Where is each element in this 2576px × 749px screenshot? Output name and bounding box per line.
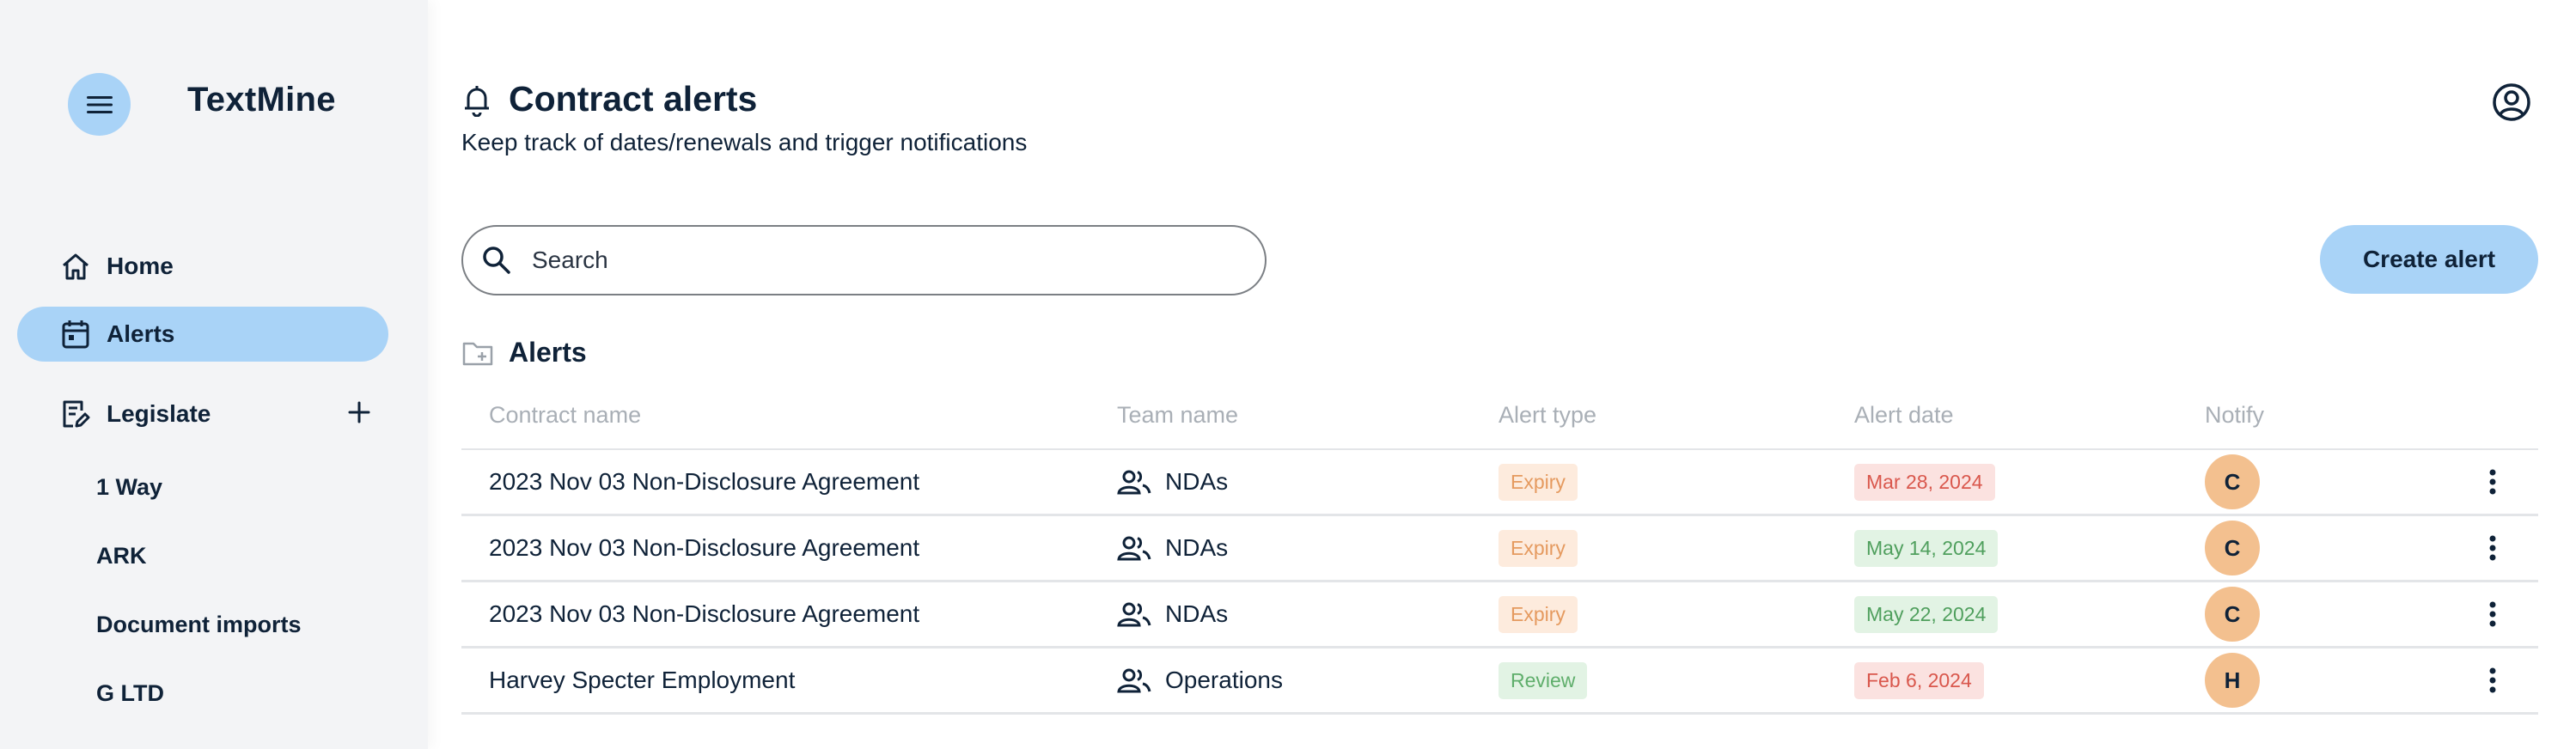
sidebar-subitem-document-imports[interactable]: Document imports: [96, 612, 302, 638]
alert-type-cell: Expiry: [1499, 516, 1578, 580]
sidebar-subitem-ark[interactable]: ARK: [96, 543, 147, 569]
notify-cell: C: [2205, 450, 2260, 514]
more-options-button[interactable]: [2480, 597, 2506, 631]
column-header-team-name[interactable]: Team name: [1117, 402, 1238, 429]
alert-date-cell: Feb 6, 2024: [1854, 649, 1984, 712]
team-icon: [1117, 602, 1151, 627]
table-row[interactable]: 2023 Nov 03 Non-Disclosure Agreement NDAs…: [461, 516, 2538, 582]
avatar[interactable]: C: [2205, 454, 2260, 509]
home-icon: [60, 251, 91, 282]
alerts-table: Contract name Team name Alert type Alert…: [461, 395, 2538, 715]
alert-type-badge: Expiry: [1499, 463, 1578, 501]
contract-name-cell[interactable]: 2023 Nov 03 Non-Disclosure Agreement: [489, 450, 919, 514]
team-name-label: NDAs: [1165, 534, 1229, 561]
document-edit-icon: [60, 399, 91, 429]
alert-date-badge: Mar 28, 2024: [1854, 463, 1995, 501]
row-actions-cell: [2480, 450, 2506, 514]
avatar[interactable]: C: [2205, 587, 2260, 642]
more-options-button[interactable]: [2480, 663, 2506, 697]
more-options-button[interactable]: [2480, 531, 2506, 565]
row-actions-cell: [2480, 582, 2506, 646]
table-row[interactable]: 2023 Nov 03 Non-Disclosure Agreement NDAs…: [461, 450, 2538, 516]
avatar[interactable]: C: [2205, 521, 2260, 575]
page-title: Contract alerts: [509, 79, 758, 119]
team-icon: [1117, 470, 1151, 495]
column-header-contract-name[interactable]: Contract name: [489, 402, 641, 429]
kebab-menu-icon: [2489, 535, 2496, 561]
alert-date-badge: May 14, 2024: [1854, 529, 1999, 567]
sidebar-subitem-1-way[interactable]: 1 Way: [96, 474, 162, 501]
column-header-notify[interactable]: Notify: [2205, 402, 2264, 429]
sidebar-item-home[interactable]: Home: [17, 239, 388, 294]
row-actions-cell: [2480, 516, 2506, 580]
menu-button[interactable]: [68, 73, 131, 136]
table-header: Contract name Team name Alert type Alert…: [461, 395, 2538, 450]
alert-type-badge: Review: [1499, 661, 1588, 699]
sidebar: TextMine Home Alerts Legislate 1 Way ARK…: [0, 0, 428, 749]
sidebar-subitem-g-ltd[interactable]: G LTD: [96, 680, 164, 707]
add-legislate-button[interactable]: [344, 397, 375, 428]
team-name-label: Operations: [1165, 667, 1283, 693]
alert-date-badge: May 22, 2024: [1854, 595, 1999, 633]
notify-cell: H: [2205, 649, 2260, 712]
alert-type-cell: Expiry: [1499, 582, 1578, 646]
column-header-alert-type[interactable]: Alert type: [1499, 402, 1596, 429]
sidebar-item-label: Legislate: [107, 400, 211, 427]
team-name-cell: NDAs: [1117, 450, 1228, 514]
team-name-label: NDAs: [1165, 600, 1229, 627]
alert-type-badge: Expiry: [1499, 595, 1578, 633]
search-bar: [461, 225, 1267, 295]
folder-add-icon: [462, 342, 493, 366]
notify-cell: C: [2205, 582, 2260, 646]
team-name-cell: NDAs: [1117, 582, 1228, 646]
team-icon: [1117, 536, 1151, 561]
sidebar-item-alerts[interactable]: Alerts: [17, 307, 388, 362]
section-title: Alerts: [509, 337, 587, 368]
search-input[interactable]: [530, 246, 1238, 275]
sidebar-item-label: Home: [107, 253, 174, 279]
sidebar-item-label: Alerts: [107, 320, 175, 347]
alert-type-cell: Expiry: [1499, 450, 1578, 514]
notify-cell: C: [2205, 516, 2260, 580]
alert-date-cell: May 14, 2024: [1854, 516, 1999, 580]
contract-name-cell[interactable]: 2023 Nov 03 Non-Disclosure Agreement: [489, 516, 919, 580]
alert-date-cell: May 22, 2024: [1854, 582, 1999, 646]
app-title: TextMine: [187, 81, 336, 119]
alert-type-badge: Expiry: [1499, 529, 1578, 567]
table-row[interactable]: Harvey Specter Employment Operations Revie…: [461, 649, 2538, 715]
calendar-icon: [60, 319, 91, 350]
account-icon[interactable]: [2492, 82, 2531, 122]
more-options-button[interactable]: [2480, 465, 2506, 499]
kebab-menu-icon: [2489, 667, 2496, 693]
kebab-menu-icon: [2489, 469, 2496, 495]
sidebar-item-legislate[interactable]: Legislate: [17, 387, 388, 441]
create-alert-button[interactable]: Create alert: [2320, 225, 2538, 294]
page-subtitle: Keep track of dates/renewals and trigger…: [461, 129, 1028, 155]
search-icon: [480, 244, 513, 277]
row-actions-cell: [2480, 649, 2506, 712]
alert-date-cell: Mar 28, 2024: [1854, 450, 1995, 514]
alert-type-cell: Review: [1499, 649, 1588, 712]
team-name-cell: NDAs: [1117, 516, 1228, 580]
kebab-menu-icon: [2489, 601, 2496, 627]
team-name-label: NDAs: [1165, 468, 1229, 495]
alert-date-badge: Feb 6, 2024: [1854, 661, 1984, 699]
contract-name-cell[interactable]: 2023 Nov 03 Non-Disclosure Agreement: [489, 582, 919, 646]
table-row[interactable]: 2023 Nov 03 Non-Disclosure Agreement NDAs…: [461, 582, 2538, 649]
hamburger-icon: [86, 95, 113, 113]
contract-name-cell[interactable]: Harvey Specter Employment: [489, 649, 795, 712]
plus-icon: [348, 401, 370, 423]
team-name-cell: Operations: [1117, 649, 1283, 712]
avatar[interactable]: H: [2205, 653, 2260, 708]
column-header-alert-date[interactable]: Alert date: [1854, 402, 1954, 429]
team-icon: [1117, 668, 1151, 693]
bell-icon: [465, 86, 489, 117]
